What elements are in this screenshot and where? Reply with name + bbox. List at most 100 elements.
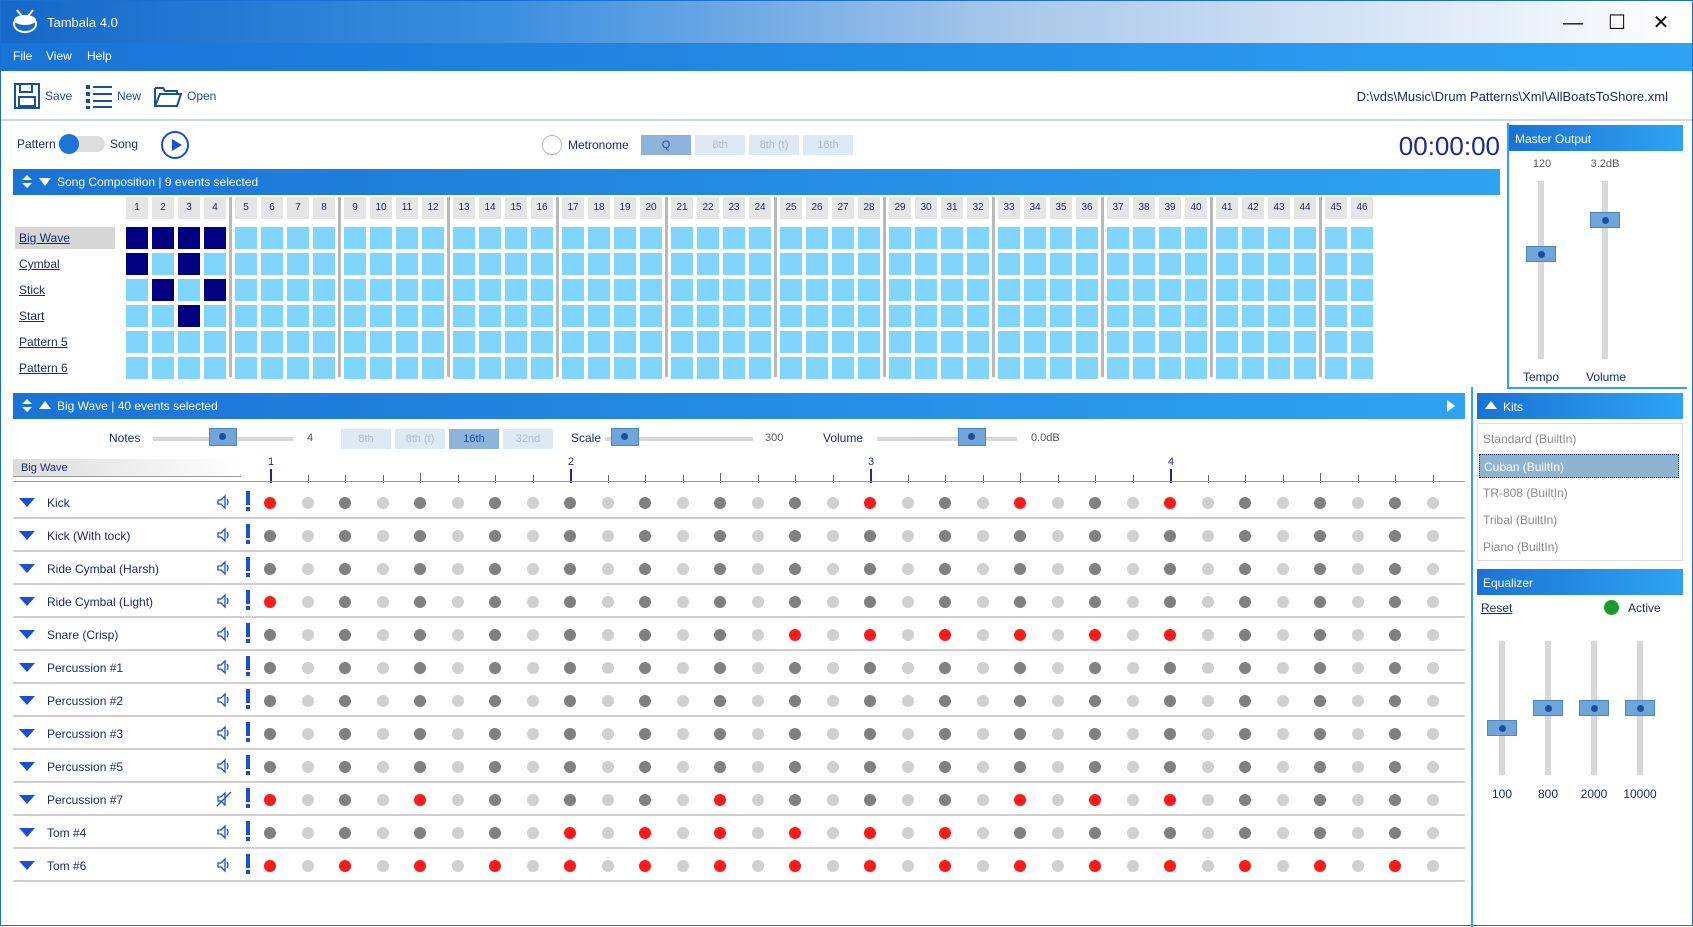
song-cell[interactable] [1023, 330, 1047, 354]
step-dot[interactable] [901, 530, 914, 542]
step-dot[interactable] [601, 794, 614, 806]
song-cell[interactable] [561, 252, 585, 276]
step-dot[interactable] [939, 563, 951, 575]
step-dot[interactable] [751, 662, 764, 674]
step-dot[interactable] [1201, 794, 1214, 806]
song-cell[interactable] [670, 304, 694, 328]
song-cell[interactable] [779, 330, 803, 354]
step-dot[interactable] [939, 497, 951, 509]
step-dot[interactable] [676, 497, 689, 509]
song-cell[interactable] [343, 304, 367, 328]
step-dot[interactable] [751, 596, 764, 608]
step-dot[interactable] [1426, 530, 1439, 542]
song-cell[interactable] [722, 226, 746, 250]
step-dot[interactable] [489, 662, 501, 674]
step-dot[interactable] [1089, 497, 1101, 509]
menu-help[interactable]: Help [87, 49, 112, 63]
song-cell[interactable] [696, 304, 720, 328]
song-cell[interactable] [1293, 304, 1317, 328]
step-dot[interactable] [1239, 497, 1251, 509]
step-dot[interactable] [1051, 860, 1064, 872]
step-dot[interactable] [789, 695, 801, 707]
song-cell[interactable] [940, 304, 964, 328]
step-dot[interactable] [1201, 629, 1214, 641]
step-dot[interactable] [1276, 563, 1289, 575]
song-cell[interactable] [1184, 278, 1208, 302]
song-cell[interactable] [857, 226, 881, 250]
step-dot[interactable] [264, 662, 276, 674]
solo-icon[interactable] [246, 557, 250, 577]
song-cell[interactable] [530, 278, 554, 302]
song-cell[interactable] [831, 252, 855, 276]
step-dot[interactable] [1314, 497, 1326, 509]
step-dot[interactable] [939, 827, 951, 839]
song-cell[interactable] [312, 356, 336, 380]
song-cell[interactable] [125, 330, 149, 354]
step-dot[interactable] [564, 596, 576, 608]
step-dot[interactable] [376, 794, 389, 806]
quantize-option-2[interactable]: 16th [449, 429, 499, 449]
quantize-option-1[interactable]: 8th (t) [395, 429, 445, 449]
step-dot[interactable] [1201, 827, 1214, 839]
song-cell[interactable] [260, 356, 284, 380]
step-dot[interactable] [901, 563, 914, 575]
song-cell[interactable] [639, 226, 663, 250]
kit-item[interactable]: Cuban (BuiltIn) [1479, 454, 1679, 478]
step-dot[interactable] [1014, 497, 1026, 509]
step-dot[interactable] [639, 662, 651, 674]
pattern-volume-slider-knob[interactable] [957, 428, 986, 446]
step-dot[interactable] [1126, 827, 1139, 839]
step-dot[interactable] [1276, 728, 1289, 740]
song-cell[interactable] [1075, 252, 1099, 276]
step-dot[interactable] [1164, 728, 1176, 740]
expand-icon[interactable] [19, 630, 35, 639]
step-dot[interactable] [601, 761, 614, 773]
step-dot[interactable] [264, 596, 276, 608]
step-dot[interactable] [1239, 728, 1251, 740]
step-dot[interactable] [1051, 629, 1064, 641]
step-dot[interactable] [1426, 794, 1439, 806]
song-cell[interactable] [831, 330, 855, 354]
step-dot[interactable] [1239, 860, 1251, 872]
step-dot[interactable] [1126, 860, 1139, 872]
open-button[interactable]: Open [153, 81, 216, 111]
step-dot[interactable] [1051, 695, 1064, 707]
step-dot[interactable] [1389, 728, 1401, 740]
step-dot[interactable] [1164, 761, 1176, 773]
step-dot[interactable] [864, 530, 876, 542]
step-dot[interactable] [526, 827, 539, 839]
song-cell[interactable] [1132, 226, 1156, 250]
song-cell[interactable] [1324, 356, 1348, 380]
song-cell[interactable] [234, 226, 258, 250]
step-dot[interactable] [1051, 662, 1064, 674]
song-cell[interactable] [452, 252, 476, 276]
song-cell[interactable] [369, 278, 393, 302]
step-dot[interactable] [526, 629, 539, 641]
song-cell[interactable] [722, 356, 746, 380]
song-cell[interactable] [1132, 330, 1156, 354]
song-cell[interactable] [888, 304, 912, 328]
step-dot[interactable] [826, 629, 839, 641]
menu-file[interactable]: File [13, 49, 32, 63]
song-cell[interactable] [260, 304, 284, 328]
step-dot[interactable] [1351, 530, 1364, 542]
song-cell[interactable] [1215, 330, 1239, 354]
step-dot[interactable] [939, 629, 951, 641]
step-dot[interactable] [1014, 827, 1026, 839]
step-dot[interactable] [826, 728, 839, 740]
step-dot[interactable] [1389, 497, 1401, 509]
step-dot[interactable] [864, 497, 876, 509]
song-cell[interactable] [1049, 330, 1073, 354]
step-dot[interactable] [864, 695, 876, 707]
step-dot[interactable] [564, 563, 576, 575]
song-cell[interactable] [369, 304, 393, 328]
song-cell[interactable] [613, 252, 637, 276]
step-dot[interactable] [751, 827, 764, 839]
step-dot[interactable] [939, 530, 951, 542]
step-dot[interactable] [1126, 728, 1139, 740]
step-dot[interactable] [639, 695, 651, 707]
step-dot[interactable] [1426, 695, 1439, 707]
pattern-volume-slider[interactable] [877, 437, 1017, 441]
expand-icon[interactable] [19, 729, 35, 738]
step-dot[interactable] [789, 530, 801, 542]
